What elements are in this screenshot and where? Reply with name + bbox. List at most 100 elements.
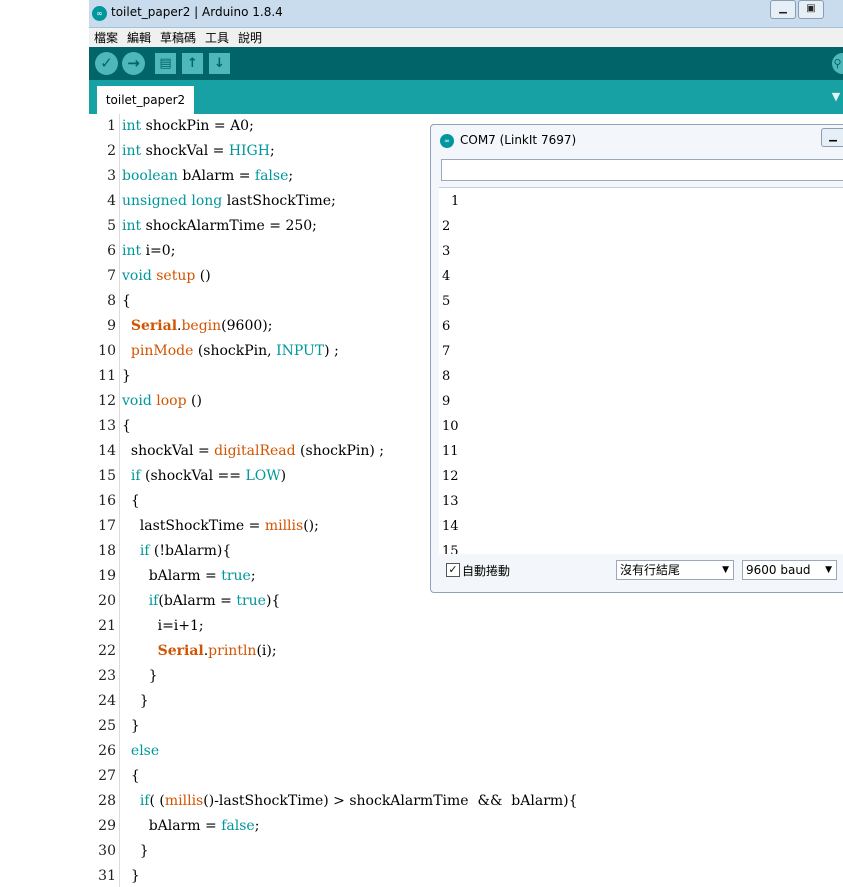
line-number: 1 [107, 118, 116, 134]
code-line[interactable]: if (shockVal == LOW) [122, 468, 286, 484]
serial-output-area[interactable]: 1 2 3 4 5 6 7 8 9 10 11 12 13 14 15 [439, 187, 843, 554]
serial-monitor-button[interactable]: ⚲ [832, 53, 843, 74]
line-number: 3 [107, 168, 116, 184]
code-line[interactable]: unsigned long lastShockTime; [122, 193, 336, 209]
line-number: 8 [107, 293, 116, 309]
code-line[interactable]: } [122, 868, 140, 884]
verify-button[interactable]: ✓ [95, 52, 118, 75]
code-line[interactable]: } [122, 693, 149, 709]
code-line[interactable]: if(bAlarm = true){ [122, 593, 281, 609]
code-line[interactable]: lastShockTime = millis(); [122, 518, 319, 534]
title-bar: ∞ toilet_paper2 | Arduino 1.8.4 ▁ ▣ [89, 0, 843, 28]
serial-output-line: 9 [442, 394, 451, 409]
code-line[interactable]: } [122, 718, 140, 734]
line-number-gutter: 1 2 3 4 5 6 7 8 9 10 11 12 13 14 15 16 1… [89, 114, 120, 887]
serial-output-line: 13 [442, 494, 459, 509]
autoscroll-checkbox[interactable]: ✓ [446, 563, 460, 577]
chevron-down-icon: ▼ [831, 90, 841, 103]
serial-send-input[interactable] [441, 159, 843, 181]
code-line[interactable]: pinMode (shockPin, INPUT) ; [122, 343, 339, 359]
baud-rate-select[interactable]: 9600 baud ▼ [742, 560, 837, 580]
chevron-down-icon: ▼ [825, 565, 832, 575]
line-number: 13 [98, 418, 116, 434]
toolbar: ✓ → ▤ ↑ ↓ ⚲ [89, 47, 843, 80]
line-number: 10 [98, 343, 116, 359]
verify-icon: ✓ [100, 54, 113, 72]
line-number: 2 [107, 143, 116, 159]
code-line[interactable]: int shockPin = A0; [122, 118, 254, 134]
tab-toilet-paper2[interactable]: toilet_paper2 [97, 86, 194, 114]
code-line[interactable]: bAlarm = true; [122, 568, 256, 584]
serial-output-line: 7 [442, 344, 451, 359]
code-line[interactable]: } [122, 368, 131, 384]
code-line[interactable]: if (!bAlarm){ [122, 543, 231, 559]
line-number: 25 [98, 718, 116, 734]
code-line[interactable]: void loop () [122, 393, 202, 409]
line-number: 30 [98, 843, 116, 859]
menu-help[interactable]: 說明 [238, 29, 262, 46]
code-line[interactable]: shockVal = digitalRead (shockPin) ; [122, 443, 384, 459]
arduino-logo-icon: ∞ [440, 134, 454, 148]
line-ending-select[interactable]: 沒有行結尾 ▼ [616, 560, 734, 580]
open-button[interactable]: ↑ [182, 53, 203, 74]
new-icon: ▤ [159, 56, 172, 71]
code-line[interactable]: int shockAlarmTime = 250; [122, 218, 317, 234]
serial-output-line: 6 [442, 319, 451, 334]
line-number: 27 [98, 768, 116, 784]
line-number: 28 [98, 793, 116, 809]
code-line[interactable]: void setup () [122, 268, 211, 284]
serial-output-line: 8 [442, 369, 451, 384]
serial-output-line: 4 [442, 269, 451, 284]
code-line[interactable]: { [122, 418, 131, 434]
line-number: 5 [107, 218, 116, 234]
tab-bar: toilet_paper2 ▼ [89, 80, 843, 114]
code-line[interactable]: Serial.begin(9600); [122, 318, 273, 334]
line-number: 17 [98, 518, 116, 534]
minimize-button[interactable]: ▁ [770, 0, 796, 19]
upload-button[interactable]: → [122, 52, 145, 75]
serial-monitor-footer: ✓ 自動捲動 沒有行結尾 ▼ 9600 baud ▼ [439, 555, 843, 585]
line-ending-value: 沒有行結尾 [620, 563, 681, 577]
line-number: 6 [107, 243, 116, 259]
line-number: 20 [98, 593, 116, 609]
menu-tools[interactable]: 工具 [205, 29, 229, 46]
line-number: 16 [98, 493, 116, 509]
code-line[interactable]: { [122, 768, 140, 784]
restore-button[interactable]: ▣ [798, 0, 824, 19]
serial-output-line: 12 [442, 469, 459, 484]
line-number: 22 [98, 643, 116, 659]
baud-rate-value: 9600 baud [746, 563, 811, 577]
code-line[interactable]: } [122, 843, 149, 859]
code-line[interactable]: { [122, 493, 140, 509]
serial-output-line: 11 [442, 444, 459, 459]
serial-output-line: 10 [442, 419, 459, 434]
code-line[interactable]: } [122, 668, 158, 684]
open-icon: ↑ [187, 56, 198, 71]
code-line[interactable]: { [122, 293, 131, 309]
menu-edit[interactable]: 編輯 [127, 29, 151, 46]
line-number: 24 [98, 693, 116, 709]
code-line[interactable]: if( (millis()-lastShockTime) > shockAlar… [122, 793, 578, 809]
code-line[interactable]: else [122, 743, 159, 759]
code-line[interactable]: Serial.println(i); [122, 643, 277, 659]
new-button[interactable]: ▤ [155, 53, 176, 74]
tab-menu-button[interactable]: ▼ [829, 90, 843, 104]
code-line[interactable]: bAlarm = false; [122, 818, 260, 834]
line-number: 14 [98, 443, 116, 459]
line-number: 11 [98, 368, 116, 384]
menu-sketch[interactable]: 草稿碼 [160, 29, 196, 46]
save-button[interactable]: ↓ [209, 53, 230, 74]
serial-minimize-button[interactable]: ▁ [821, 128, 843, 147]
serial-output-line: 3 [442, 244, 451, 259]
line-number: 19 [98, 568, 116, 584]
code-line[interactable]: i=i+1; [122, 618, 204, 634]
code-line[interactable]: int shockVal = HIGH; [122, 143, 275, 159]
serial-output-line: 2 [442, 219, 451, 234]
save-icon: ↓ [214, 56, 225, 71]
serial-monitor-window: ∞ COM7 (LinkIt 7697) ▁ 1 2 3 4 5 6 7 8 9… [430, 124, 843, 593]
autoscroll-label: 自動捲動 [462, 564, 511, 578]
line-number: 21 [98, 618, 116, 634]
code-line[interactable]: boolean bAlarm = false; [122, 168, 293, 184]
menu-file[interactable]: 檔案 [94, 29, 118, 46]
code-line[interactable]: int i=0; [122, 243, 175, 259]
